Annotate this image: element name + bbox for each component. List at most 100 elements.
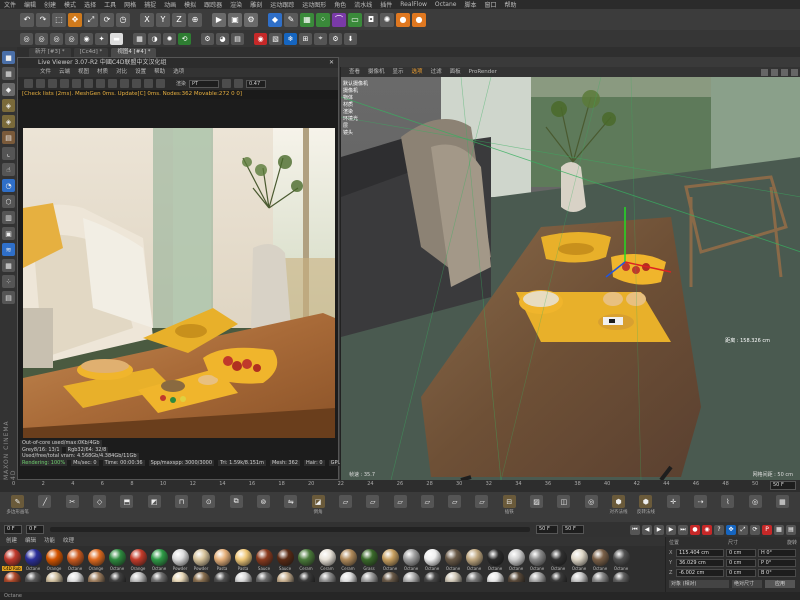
material-swatch[interactable]: Sauce [276, 549, 294, 571]
refresh-icon[interactable]: ⟲ [178, 32, 191, 45]
octane-orange2-icon[interactable]: ● [412, 12, 426, 27]
material-swatch[interactable] [129, 572, 147, 582]
viewport-menu-item[interactable]: 显示 [393, 67, 404, 77]
material-preview-ball[interactable] [507, 572, 525, 582]
sun-icon[interactable]: ✹ [163, 32, 176, 45]
bend-icon[interactable]: ⌒ [332, 12, 346, 27]
rotation-field[interactable]: P 0° [758, 559, 796, 567]
material-swatch[interactable] [66, 572, 84, 582]
live-viewer-menu-item[interactable]: 设置 [135, 68, 146, 77]
modeling-tool[interactable]: ✛ [662, 495, 685, 509]
menu-item[interactable]: 雕刻 [250, 0, 262, 9]
modeling-tool[interactable]: ⊓ [170, 495, 193, 509]
modeling-tool[interactable]: ◇ [88, 495, 111, 509]
select-icon[interactable]: ⊞ [299, 32, 312, 45]
modeling-tool[interactable]: ✂ [61, 495, 84, 509]
material-preview-ball[interactable] [3, 572, 21, 582]
model-mode-icon[interactable]: ◎ [65, 32, 78, 45]
move-tool-icon[interactable]: ✛ [666, 495, 680, 508]
close-icon[interactable]: ✕ [329, 58, 334, 68]
material-preview-ball[interactable] [318, 572, 336, 582]
material-swatch[interactable] [192, 572, 210, 582]
material-swatch[interactable] [381, 572, 399, 582]
plane6-icon[interactable]: ▱ [475, 495, 489, 508]
material-swatch[interactable] [444, 572, 462, 582]
menu-item[interactable]: 窗口 [484, 0, 496, 9]
grid-snap-icon[interactable]: ▦ [133, 32, 146, 45]
menu-item[interactable]: 角色 [334, 0, 346, 9]
material-preview-ball[interactable] [108, 549, 126, 566]
material-preview-ball[interactable] [465, 549, 483, 566]
palette-icon[interactable]: ◕ [216, 32, 229, 45]
plane-icon[interactable]: ▱ [338, 495, 352, 508]
timeline-ruler[interactable]: 50 F 0 2 4 6 8 10 12 14 16 18 20 22 24 26 28 30 32 34 36 38… [0, 480, 800, 492]
render-settings-icon[interactable]: ⚙ [244, 12, 258, 27]
material-swatch[interactable]: Orange [87, 549, 105, 571]
material-menu-item[interactable]: 纹理 [63, 537, 74, 546]
menu-item[interactable]: 动画 [164, 0, 176, 9]
material-swatch[interactable]: Octane [612, 549, 630, 571]
camera-pick-icon[interactable] [156, 79, 165, 88]
rotation-field[interactable]: H 0° [758, 549, 796, 557]
material-swatch[interactable] [507, 572, 525, 582]
material-preview-ball[interactable] [213, 549, 231, 566]
material-preview-ball[interactable] [423, 572, 441, 582]
modeling-tool[interactable]: ▦ [771, 495, 794, 509]
viewport-menu-item[interactable]: 过滤 [431, 67, 442, 77]
material-preview-ball[interactable] [276, 572, 294, 582]
end-frame-field[interactable]: 50 F [536, 525, 558, 534]
orbit-icon[interactable] [781, 68, 788, 76]
modeling-tool[interactable]: ▨ [525, 495, 548, 509]
material-preview-ball[interactable] [381, 572, 399, 582]
split-icon[interactable]: ◫ [557, 495, 571, 508]
move-icon[interactable]: ✥ [68, 12, 82, 27]
material-swatch[interactable] [234, 572, 252, 582]
play-icon[interactable]: ▶ [654, 524, 664, 535]
modeling-tool[interactable]: ⇋ [279, 495, 302, 509]
wave-icon[interactable]: ≋ [2, 243, 15, 256]
material-preview-ball[interactable] [570, 572, 588, 582]
material-preview-ball[interactable] [66, 549, 84, 566]
image-icon[interactable]: ▧ [269, 32, 282, 45]
cube-outline-icon[interactable]: ◇ [93, 495, 107, 508]
material-preview-ball[interactable] [255, 572, 273, 582]
autokey-icon[interactable]: ◉ [702, 524, 712, 535]
snow-icon[interactable]: ❄ [284, 32, 297, 45]
x-axis-icon[interactable]: X [140, 12, 154, 27]
material-swatch[interactable] [318, 572, 336, 582]
scale-icon[interactable]: ⤢ [84, 12, 98, 27]
material-preview-ball[interactable] [570, 549, 588, 566]
record-key-icon[interactable]: ● [690, 524, 700, 535]
material-preview-ball[interactable] [528, 572, 546, 582]
pick-material-icon[interactable] [96, 79, 105, 88]
viewport-menu-item[interactable]: 摄像机 [368, 67, 385, 77]
material-preview-ball[interactable] [87, 549, 105, 566]
material-swatch[interactable] [591, 572, 609, 582]
material-preview-ball[interactable] [318, 549, 336, 566]
material-preview-ball[interactable] [66, 572, 84, 582]
material-swatch[interactable] [3, 572, 21, 582]
material-swatch[interactable] [255, 572, 273, 582]
size-field[interactable]: 0 cm [726, 549, 756, 557]
material-swatch[interactable]: Octane [465, 549, 483, 571]
menu-item[interactable]: 流水线 [354, 0, 372, 9]
material-preview-ball[interactable] [423, 549, 441, 566]
zoom-fit-icon[interactable] [234, 79, 244, 88]
dots-icon[interactable]: ⁘ [2, 275, 15, 288]
document-tab[interactable]: 新开 [#3] * [29, 48, 71, 57]
material-swatch[interactable]: Ceram [339, 549, 357, 571]
coord-mode-select[interactable]: 对象 (相对) [669, 580, 729, 588]
grid-tool2-icon[interactable]: ▦ [775, 495, 789, 508]
material-swatch[interactable]: Orange [129, 549, 147, 571]
modeling-tool[interactable]: ◪ 倒角 [306, 495, 329, 515]
material-preview-ball[interactable] [528, 549, 546, 566]
viewport-scene[interactable] [341, 76, 800, 480]
model-tool-icon[interactable]: ■ [2, 51, 15, 64]
viewport-menu-item[interactable]: 选项 [412, 67, 423, 77]
prev-frame-icon[interactable]: ◀ [642, 524, 652, 535]
material-preview-ball[interactable] [3, 549, 21, 566]
material-preview-ball[interactable] [24, 572, 42, 582]
param-key-icon[interactable]: P [762, 524, 772, 535]
pause-render-icon[interactable] [36, 79, 45, 88]
modeling-tool[interactable]: ◎ [580, 495, 603, 509]
